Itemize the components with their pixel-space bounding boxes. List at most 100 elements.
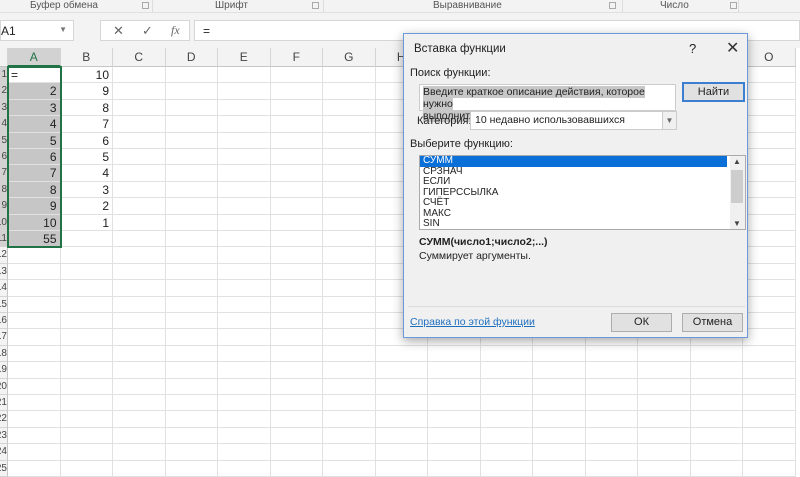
scrollbar-thumb[interactable] (731, 170, 743, 203)
scrollbar[interactable]: ▲ ▼ (730, 156, 745, 229)
cell-b14[interactable] (60, 280, 113, 297)
cell-a21[interactable] (8, 395, 61, 412)
row-header-11[interactable]: 11 (0, 231, 8, 248)
cell-n25[interactable] (690, 460, 743, 477)
cell-m21[interactable] (638, 395, 691, 412)
row-header-7[interactable]: 7 (0, 165, 8, 182)
cell-f8[interactable] (270, 181, 323, 199)
help-link[interactable]: Справка по этой функции (410, 316, 535, 328)
cell-e14[interactable] (218, 280, 271, 297)
cell-o15[interactable] (743, 296, 796, 313)
cell-e7[interactable] (218, 165, 271, 182)
cell-d21[interactable] (165, 395, 218, 412)
cell-f20[interactable] (270, 378, 323, 395)
cell-a6[interactable]: 6 (8, 149, 61, 166)
cell-j21[interactable] (480, 395, 533, 412)
row-header-23[interactable]: 23 (0, 427, 8, 445)
function-item[interactable]: СЧЁТ (420, 197, 727, 209)
cell-o9[interactable] (743, 198, 796, 215)
cell-o22[interactable] (743, 411, 796, 428)
cell-a1[interactable]: = (8, 67, 61, 84)
cell-a19[interactable] (8, 362, 61, 379)
row-header-5[interactable]: 5 (0, 132, 8, 149)
dialog-launcher-icon[interactable] (730, 2, 737, 9)
row-header-22[interactable]: 22 (0, 411, 8, 428)
cell-c17[interactable] (113, 329, 166, 346)
cell-k20[interactable] (533, 378, 586, 395)
row-header-24[interactable]: 24 (0, 444, 8, 461)
cell-c13[interactable] (113, 263, 166, 281)
cell-m24[interactable] (638, 444, 691, 461)
cell-a2[interactable]: 2 (8, 83, 61, 100)
cell-c21[interactable] (113, 395, 166, 412)
cell-c18[interactable] (113, 345, 166, 363)
cell-g23[interactable] (323, 427, 376, 445)
cell-d5[interactable] (165, 132, 218, 149)
cell-g4[interactable] (323, 116, 376, 133)
cell-a7[interactable]: 7 (8, 165, 61, 182)
cell-i20[interactable] (428, 378, 481, 395)
cell-k25[interactable] (533, 460, 586, 477)
cell-e22[interactable] (218, 411, 271, 428)
cell-b2[interactable]: 9 (60, 83, 113, 100)
cell-g18[interactable] (323, 345, 376, 363)
cell-o19[interactable] (743, 362, 796, 379)
cell-i19[interactable] (428, 362, 481, 379)
cell-h22[interactable] (375, 411, 428, 428)
cell-a18[interactable] (8, 345, 61, 363)
column-header-f[interactable]: F (270, 48, 323, 67)
cell-c25[interactable] (113, 460, 166, 477)
cell-g16[interactable] (323, 313, 376, 330)
cell-h25[interactable] (375, 460, 428, 477)
cell-c7[interactable] (113, 165, 166, 182)
cell-a23[interactable] (8, 427, 61, 445)
cell-o4[interactable] (743, 116, 796, 133)
column-header-g[interactable]: G (323, 48, 376, 67)
find-button[interactable]: Найти (682, 82, 745, 102)
cell-e10[interactable] (218, 214, 271, 231)
cell-d8[interactable] (165, 181, 218, 199)
column-header-a[interactable]: A (8, 48, 61, 67)
cell-i25[interactable] (428, 460, 481, 477)
cell-a14[interactable] (8, 280, 61, 297)
cell-c10[interactable] (113, 214, 166, 231)
row-header-8[interactable]: 8 (0, 181, 8, 199)
cell-a5[interactable]: 5 (8, 132, 61, 149)
cell-a12[interactable] (8, 247, 61, 264)
cell-g15[interactable] (323, 296, 376, 313)
cell-f9[interactable] (270, 198, 323, 215)
cell-k19[interactable] (533, 362, 586, 379)
cell-m19[interactable] (638, 362, 691, 379)
cell-l18[interactable] (585, 345, 638, 363)
cell-l23[interactable] (585, 427, 638, 445)
cell-g13[interactable] (323, 263, 376, 281)
cancel-icon[interactable]: ✕ (113, 23, 124, 39)
cell-j19[interactable] (480, 362, 533, 379)
cell-k22[interactable] (533, 411, 586, 428)
cell-o16[interactable] (743, 313, 796, 330)
row-header-6[interactable]: 6 (0, 149, 8, 166)
cell-a13[interactable] (8, 263, 61, 281)
cell-l21[interactable] (585, 395, 638, 412)
cell-g17[interactable] (323, 329, 376, 346)
cell-g24[interactable] (323, 444, 376, 461)
cell-d14[interactable] (165, 280, 218, 297)
column-header-b[interactable]: B (60, 48, 113, 67)
cell-a15[interactable] (8, 296, 61, 313)
cell-n20[interactable] (690, 378, 743, 395)
cell-c3[interactable] (113, 99, 166, 117)
cell-o2[interactable] (743, 83, 796, 100)
cell-h23[interactable] (375, 427, 428, 445)
cell-e21[interactable] (218, 395, 271, 412)
cell-l22[interactable] (585, 411, 638, 428)
cell-n19[interactable] (690, 362, 743, 379)
cell-o18[interactable] (743, 345, 796, 363)
cell-f10[interactable] (270, 214, 323, 231)
cell-d19[interactable] (165, 362, 218, 379)
cell-c24[interactable] (113, 444, 166, 461)
column-header-d[interactable]: D (165, 48, 218, 67)
cell-o12[interactable] (743, 247, 796, 264)
function-item[interactable]: ЕСЛИ (420, 176, 727, 188)
cell-m23[interactable] (638, 427, 691, 445)
cell-a22[interactable] (8, 411, 61, 428)
